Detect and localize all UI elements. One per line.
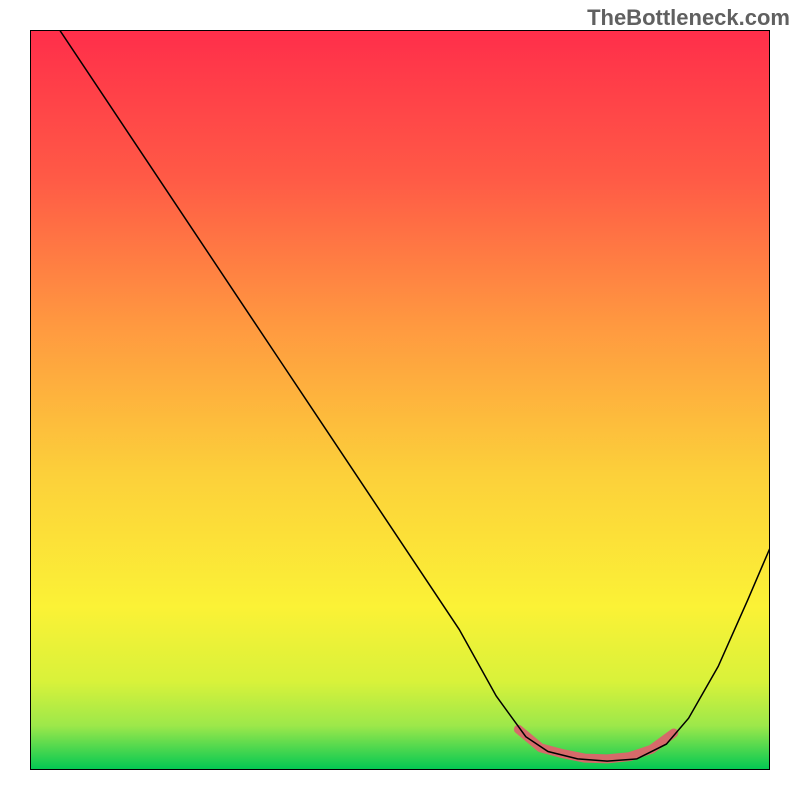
chart-svg (30, 30, 770, 770)
watermark-text: TheBottleneck.com (587, 5, 790, 31)
chart-background (30, 30, 770, 770)
chart-container (30, 30, 770, 770)
